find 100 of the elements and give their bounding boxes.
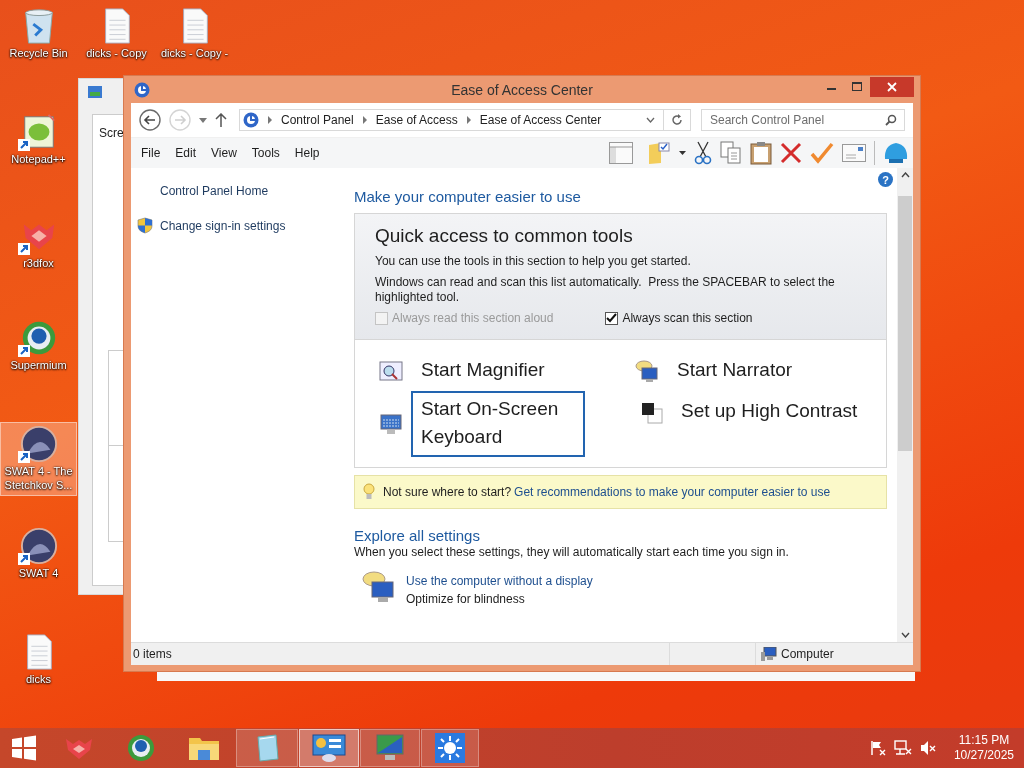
scroll-up-icon[interactable] — [900, 172, 910, 178]
sidebar-link[interactable]: Control Panel Home — [160, 184, 269, 198]
sidebar-link[interactable]: Change sign-in settings — [160, 218, 286, 233]
taskbar-button[interactable] — [299, 729, 359, 767]
desktop-icon-label: r3dfox — [23, 256, 54, 270]
search-icon[interactable] — [885, 114, 897, 126]
tip-text: Not sure where to start? — [383, 485, 512, 499]
taskbar-button[interactable] — [421, 729, 479, 767]
flag-icon[interactable] — [869, 740, 886, 756]
section-text: Windows can read and scan this list automatically. Press the SPACEBAR to select the highlighted tool. — [375, 275, 836, 305]
help-button[interactable]: ? — [878, 172, 893, 187]
menu-item[interactable]: View — [211, 146, 245, 160]
round-emblem-icon — [19, 527, 58, 565]
recommendations-link[interactable]: Get recommendations to make your computer easier to use — [514, 485, 831, 499]
setting-link[interactable]: Use the computer without a display — [406, 574, 593, 588]
chevron-icon — [267, 116, 273, 124]
desktop-icon-label: Supermium — [10, 358, 67, 372]
desktop-icon-label: dicks - Copy — [86, 46, 147, 60]
menu-item[interactable]: Tools — [251, 146, 288, 160]
magnifier-icon — [379, 360, 403, 383]
search-field[interactable]: Search Control Panel — [701, 109, 905, 131]
monitor-speech-icon — [362, 570, 396, 604]
desktop-icon[interactable]: dicks - Copy - — [156, 4, 233, 64]
contrast-squares-icon — [641, 401, 663, 424]
section-title: Quick access to common tools — [375, 225, 634, 247]
brightness-icon — [435, 733, 465, 763]
keyboard-monitor-icon — [379, 412, 403, 436]
desktop-icon-label: SWAT 4 - The Stetchkov S... — [3, 464, 74, 492]
address-bar[interactable]: Control Panel Ease of Access Ease of Access Center — [239, 109, 691, 131]
desktop-icon[interactable]: Recycle Bin — [0, 4, 77, 64]
round-emblem-icon — [19, 425, 58, 463]
control-panel-icon — [312, 733, 346, 763]
checkbox-label: Always read this section aloud — [392, 311, 554, 325]
clipboard-icon[interactable] — [750, 141, 772, 165]
monitor-speech-icon — [635, 359, 659, 384]
muted-speaker-icon[interactable] — [919, 740, 936, 756]
scissors-icon[interactable] — [694, 141, 712, 165]
tool-link[interactable]: Set up High Contrast — [671, 395, 872, 430]
window-app-icon — [88, 86, 102, 98]
globe-icon — [127, 734, 155, 762]
menu-item[interactable]: Edit — [175, 146, 205, 160]
desktop-icon-label: Recycle Bin — [9, 46, 68, 60]
chevron-icon — [465, 116, 472, 124]
network-icon[interactable] — [893, 740, 912, 756]
clock[interactable]: 11:15 PM 10/27/2025 — [953, 733, 1014, 763]
tool-link[interactable]: Start On-Screen Keyboard — [411, 391, 585, 457]
page-heading: Make your computer easier to use — [354, 188, 582, 205]
menu-item[interactable]: Help — [294, 146, 328, 160]
envelope-icon[interactable] — [842, 144, 866, 162]
clock-date: 10/27/2025 — [953, 748, 1014, 763]
checkbox-label: Always scan this section — [622, 311, 753, 325]
section-text: You can use the tools in this section to help you get started. — [375, 254, 692, 269]
desktop-icon[interactable]: dicks - Copy — [78, 4, 155, 64]
menu-item[interactable]: File — [141, 146, 169, 160]
desktop-icon-label: SWAT 4 — [18, 566, 59, 580]
maximize-icon — [852, 82, 862, 91]
breadcrumb-item[interactable]: Control Panel — [281, 113, 354, 127]
desktop-icon[interactable]: Notepad++ — [0, 110, 77, 170]
location-text: Computer — [781, 647, 834, 661]
windows-logo-icon — [11, 735, 37, 761]
checkmark-icon[interactable] — [810, 142, 834, 164]
refresh-icon[interactable] — [671, 114, 683, 126]
scroll-down-icon[interactable] — [900, 632, 910, 638]
tool-link[interactable]: Start Narrator — [667, 354, 807, 389]
monitor-icon — [375, 733, 405, 763]
desktop-icon-label: dicks - Copy - — [160, 46, 229, 60]
desktop-icon[interactable]: dicks — [0, 630, 77, 690]
close-button[interactable] — [870, 76, 914, 97]
desktop-icon-label: dicks — [25, 672, 52, 686]
layout-icon[interactable] — [609, 142, 633, 164]
up-arrow-icon[interactable] — [215, 113, 227, 127]
section-description: When you select these settings, they will automatically start each time you sign in. — [354, 545, 790, 559]
item-count: 0 items — [133, 647, 172, 661]
tool-link[interactable]: Start Magnifier — [411, 354, 559, 389]
desktop-icon[interactable]: SWAT 4 — [0, 524, 77, 584]
computer-icon — [761, 647, 777, 661]
clock-time: 11:15 PM — [958, 733, 1010, 748]
chevron-down-icon[interactable] — [646, 117, 655, 123]
window-text: Scre — [99, 126, 124, 140]
breadcrumb-item[interactable]: Ease of Access Center — [479, 113, 602, 127]
close-icon — [887, 81, 897, 92]
desktop-icon-label: Notepad++ — [11, 152, 66, 166]
caret-icon[interactable] — [679, 151, 686, 155]
chevron-icon — [361, 116, 368, 124]
control-panel-icon — [243, 112, 259, 128]
shield-icon — [137, 217, 153, 234]
taskbar-button[interactable] — [236, 729, 298, 767]
folder-check-icon[interactable] — [647, 141, 671, 165]
back-button[interactable] — [139, 109, 161, 131]
setting-description: Optimize for blindness — [406, 592, 526, 606]
lightbulb-icon — [363, 483, 375, 501]
shell-icon[interactable] — [883, 141, 909, 165]
section-heading: Explore all settings — [354, 527, 481, 544]
breadcrumb-item[interactable]: Ease of Access — [375, 113, 458, 127]
scrollbar[interactable] — [897, 168, 913, 642]
checkbox[interactable] — [605, 311, 619, 325]
control-panel-icon — [134, 81, 150, 98]
delete-x-icon[interactable] — [780, 142, 802, 164]
taskbar-button[interactable] — [360, 729, 420, 767]
window-title: Ease of Access Center — [451, 82, 593, 98]
